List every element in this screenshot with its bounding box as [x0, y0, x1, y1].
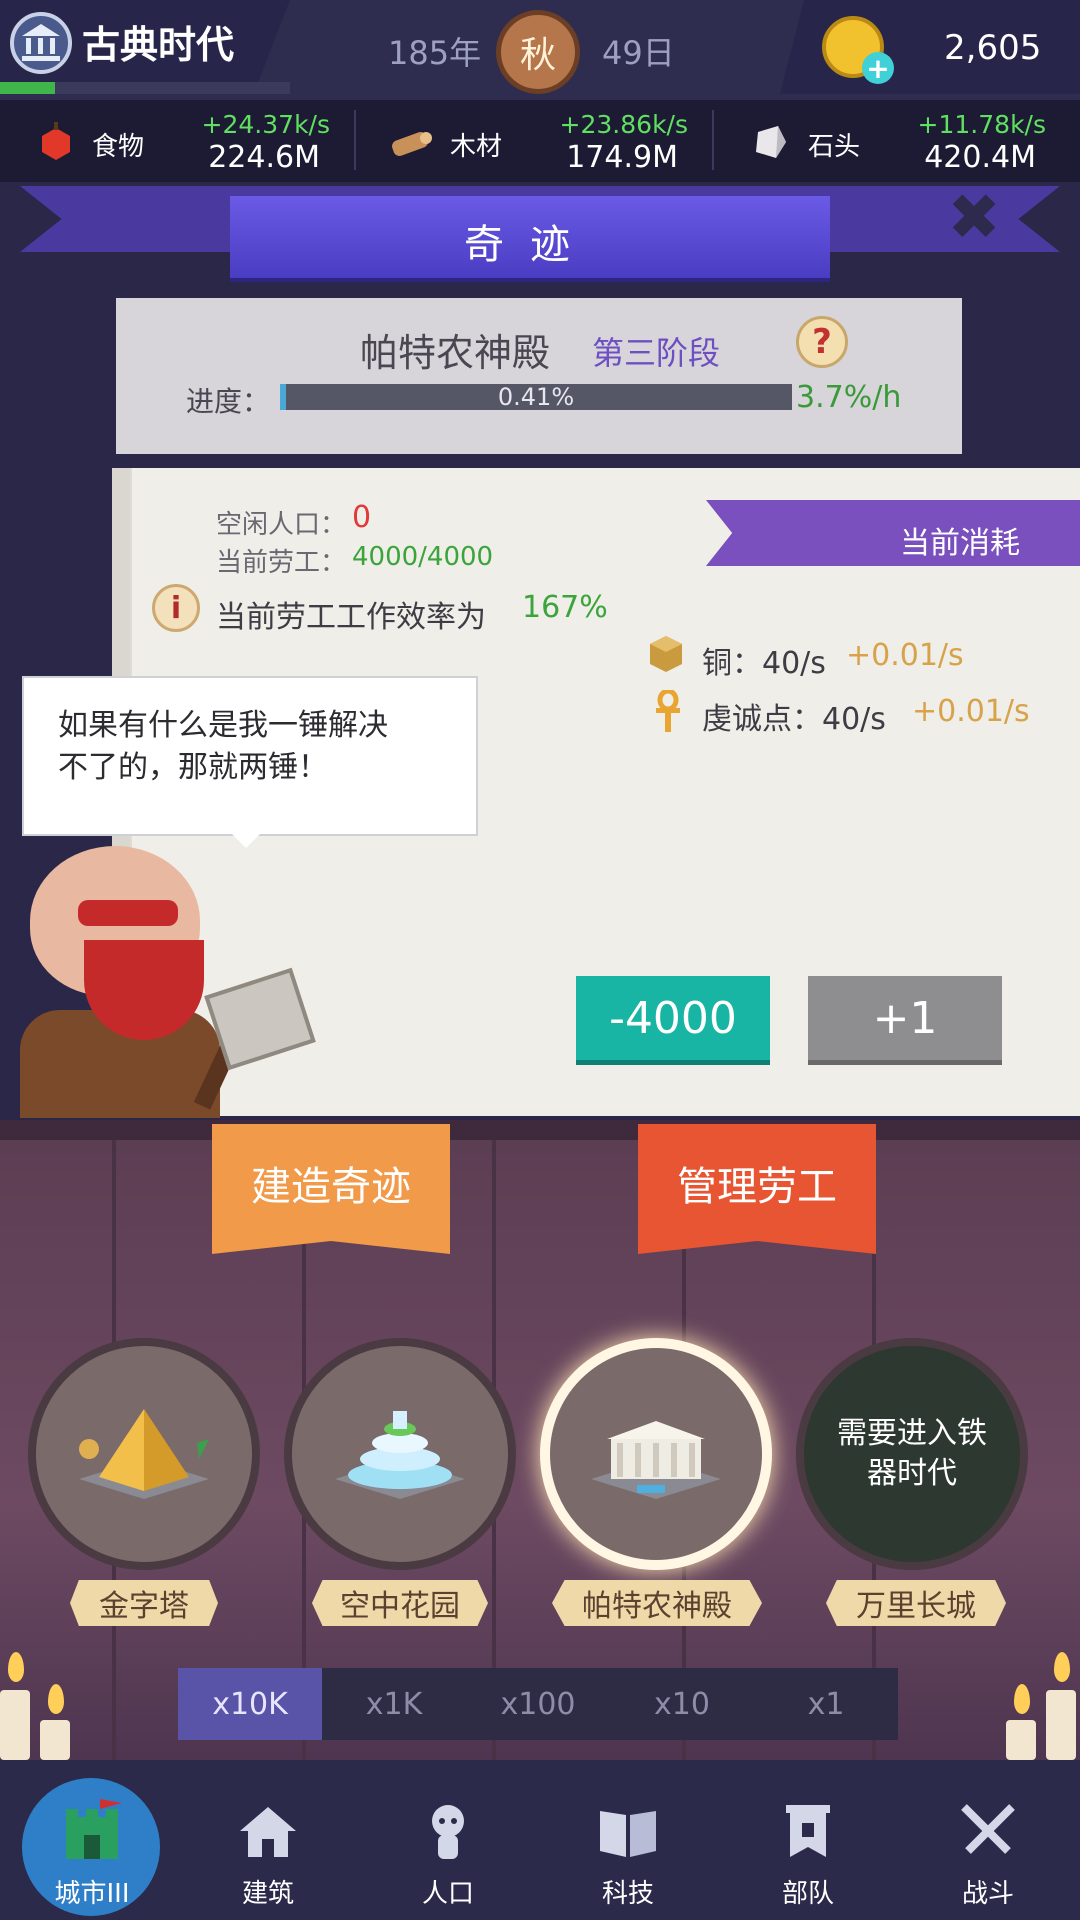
multiplier-option[interactable]: x1K	[322, 1668, 466, 1740]
resource-label-stone: 石头	[808, 132, 861, 162]
candle	[0, 1690, 30, 1760]
book-icon	[600, 1811, 656, 1857]
wonder-parthenon[interactable]	[540, 1338, 772, 1570]
stone-icon	[750, 122, 790, 158]
multiplier-option[interactable]: x100	[466, 1668, 610, 1740]
era-name: 古典时代	[82, 23, 235, 67]
nav-label: 人口	[421, 1879, 474, 1909]
nav-label: 科技	[601, 1879, 654, 1909]
candle	[40, 1720, 70, 1760]
ankh-icon	[652, 688, 688, 732]
flame	[1014, 1684, 1030, 1714]
close-button[interactable]: ✖	[944, 186, 1004, 250]
nav-label: 建筑	[241, 1879, 294, 1909]
build-wonder-tab[interactable]: 建造奇迹	[212, 1124, 450, 1254]
hanging-garden-icon	[335, 1411, 465, 1499]
food-icon	[36, 122, 76, 160]
wonder-great-wall[interactable]: 需要进入铁器时代	[796, 1338, 1028, 1570]
nav-troops[interactable]: 部队	[738, 1780, 878, 1910]
nav-technology[interactable]: 科技	[558, 1780, 698, 1910]
idle-population-label: 空闲人口：	[216, 510, 347, 540]
person-icon	[432, 1805, 464, 1859]
crossed-swords-icon	[961, 1804, 1015, 1854]
page-title: 奇迹	[464, 222, 596, 268]
flame	[8, 1652, 24, 1682]
multiplier-option[interactable]: x1	[754, 1668, 898, 1740]
divider	[354, 110, 356, 170]
parthenon-icon	[591, 1421, 721, 1499]
resource-total-food: 224.6M	[208, 140, 320, 175]
current-labor-label: 当前劳工：	[216, 548, 347, 578]
progress-label: 进度：	[186, 385, 271, 418]
manage-labor-tab[interactable]: 管理劳工	[638, 1124, 876, 1254]
dwarf-brow	[78, 900, 178, 926]
wonder-label: 帕特农神殿	[552, 1580, 762, 1626]
speech-bubble-tail	[232, 834, 260, 848]
date-year: 185年	[388, 34, 482, 72]
efficiency-value: 167%	[522, 590, 608, 625]
progress-rate: 3.7%/h	[796, 380, 902, 415]
gold-amount: 2,605	[944, 28, 1042, 68]
nav-label: 部队	[781, 1879, 834, 1909]
quote-line-1: 如果有什么是我一锤解决	[58, 708, 388, 743]
resource-label-food: 食物	[92, 132, 145, 162]
idle-population-value: 0	[352, 500, 372, 535]
resource-label-wood: 木材	[450, 132, 503, 162]
copper-icon	[648, 634, 684, 674]
nav-label: 城市III	[54, 1879, 130, 1909]
piety-consumption: 虔诚点：40/s	[702, 702, 886, 737]
wonder-label: 金字塔	[70, 1580, 218, 1626]
consumption-tab	[706, 500, 1080, 566]
season-badge: 秋	[496, 10, 580, 94]
house-icon	[240, 1807, 296, 1857]
resource-total-stone: 420.4M	[924, 140, 1036, 175]
wonder-label: 万里长城	[826, 1580, 1006, 1626]
consumption-title: 当前消耗	[900, 526, 1020, 561]
temple-icon[interactable]	[10, 12, 72, 74]
wonder-hanging-garden[interactable]	[284, 1338, 516, 1570]
wonder-locked-text: 需要进入铁器时代	[837, 1416, 987, 1491]
progress-percent: 0.41%	[497, 383, 575, 411]
resource-total-wood: 174.9M	[566, 140, 678, 175]
add-worker-button[interactable]: +1	[808, 976, 1002, 1060]
era-progress-bar	[0, 82, 290, 94]
divider	[712, 110, 714, 170]
shelf-edge	[0, 1120, 1080, 1140]
remove-workers-button[interactable]: -4000	[576, 976, 770, 1060]
efficiency-label: 当前劳工工作效率为	[216, 600, 486, 635]
banner-icon	[786, 1805, 830, 1857]
quote-line-2: 不了的，那就两锤！	[58, 750, 328, 785]
candle	[1006, 1720, 1036, 1760]
wonder-stage: 第三阶段	[592, 334, 721, 372]
era-progress-fill	[0, 82, 56, 94]
resource-rate-food: +24.37k/s	[201, 110, 330, 139]
pyramid-icon	[79, 1409, 209, 1499]
current-labor-value: 4000/4000	[352, 542, 494, 572]
flame	[1054, 1652, 1070, 1682]
wonder-label: 空中花园	[312, 1580, 488, 1626]
candle	[1046, 1690, 1076, 1760]
wood-icon	[390, 122, 432, 156]
nav-battle[interactable]: 战斗	[918, 1780, 1058, 1910]
multiplier-option[interactable]: x10K	[178, 1668, 322, 1740]
wonder-pyramid[interactable]	[28, 1338, 260, 1570]
nav-city[interactable]: 城市III	[22, 1780, 162, 1910]
nav-buildings[interactable]: 建筑	[198, 1780, 338, 1910]
flame	[48, 1684, 64, 1714]
copper-consumption-delta: +0.01/s	[846, 638, 964, 673]
piety-consumption-delta: +0.01/s	[912, 694, 1030, 729]
castle-icon	[66, 1799, 122, 1859]
multiplier-option[interactable]: x10	[610, 1668, 754, 1740]
resource-rate-stone: +11.78k/s	[917, 110, 1046, 139]
add-gold-button[interactable]: +	[862, 52, 894, 85]
copper-consumption: 铜：40/s	[702, 646, 826, 681]
nav-population[interactable]: 人口	[378, 1780, 518, 1910]
resource-rate-wood: +23.86k/s	[559, 110, 688, 139]
help-button[interactable]: ?	[796, 316, 848, 368]
info-icon[interactable]: i	[152, 584, 200, 632]
nav-label: 战斗	[961, 1879, 1014, 1909]
wonder-name: 帕特农神殿	[360, 331, 551, 375]
date-day: 49日	[602, 34, 675, 72]
